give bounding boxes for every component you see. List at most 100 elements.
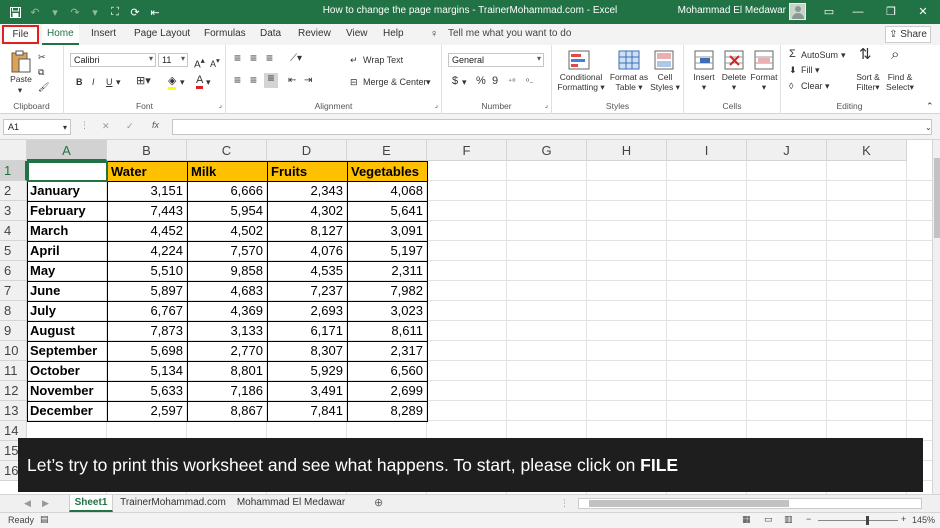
increase-decimal-icon[interactable]: ⁺⁰ (508, 76, 515, 87)
vertical-scroll-thumb[interactable] (934, 158, 940, 238)
collapse-ribbon-icon[interactable]: ⌃ (926, 101, 934, 112)
month-cell[interactable]: August (27, 321, 107, 341)
tab-review[interactable]: Review (298, 28, 331, 39)
minimize-icon[interactable]: — (847, 3, 869, 21)
undo-dropdown-icon[interactable]: ▾ (46, 3, 64, 21)
value-cell[interactable]: 5,641 (347, 201, 427, 221)
value-cell[interactable]: 6,560 (347, 361, 427, 381)
value-cell[interactable]: 7,982 (347, 281, 427, 301)
month-cell[interactable]: November (27, 381, 107, 401)
table-header-cell[interactable]: Fruits (267, 161, 348, 182)
tab-view[interactable]: View (346, 28, 368, 39)
table-header-cell[interactable]: Water (107, 161, 188, 182)
bottom-align-icon[interactable]: ≡ (266, 52, 273, 64)
tab-data[interactable]: Data (260, 28, 281, 39)
value-cell[interactable]: 8,307 (267, 341, 347, 361)
top-align-icon[interactable]: ≡ (234, 52, 241, 64)
clear-button[interactable]: Clear (801, 81, 823, 92)
decrease-indent-icon[interactable]: ⇤ (288, 75, 296, 86)
restore-icon[interactable]: ❐ (880, 3, 902, 21)
row-header[interactable]: 5 (0, 241, 27, 261)
active-cell-a1[interactable] (27, 161, 108, 182)
row-header[interactable]: 9 (0, 321, 27, 341)
font-size-select[interactable]: 11 (158, 53, 188, 67)
value-cell[interactable]: 3,151 (107, 181, 187, 201)
month-cell[interactable]: January (27, 181, 107, 201)
tab-file[interactable]: File (2, 25, 39, 44)
redo-dropdown-icon[interactable]: ▾ (86, 3, 104, 21)
value-cell[interactable]: 8,801 (187, 361, 267, 381)
format-cells-icon[interactable] (754, 50, 774, 70)
font-launcher-icon[interactable]: ⌟ (219, 100, 222, 111)
value-cell[interactable]: 7,570 (187, 241, 267, 261)
value-cell[interactable]: 7,237 (267, 281, 347, 301)
page-break-view-icon[interactable]: ▥ (784, 514, 793, 525)
sort-filter-icon[interactable]: ⇅ (859, 47, 872, 62)
row-header[interactable]: 11 (0, 361, 27, 381)
column-header[interactable]: K (827, 140, 907, 161)
format-as-table-icon[interactable] (618, 50, 640, 70)
name-box[interactable]: A1 (3, 119, 71, 135)
row-header[interactable]: 3 (0, 201, 27, 221)
value-cell[interactable]: 5,633 (107, 381, 187, 401)
value-cell[interactable]: 4,683 (187, 281, 267, 301)
month-cell[interactable]: May (27, 261, 107, 281)
middle-align-icon[interactable]: ≡ (250, 52, 257, 64)
conditional-formatting-icon[interactable] (568, 50, 590, 70)
insert-cells-icon[interactable] (694, 50, 714, 70)
number-format-select[interactable]: General (448, 53, 544, 67)
underline-button[interactable]: U (106, 77, 113, 88)
fill-dropdown-icon[interactable]: ▾ (815, 65, 820, 76)
zoom-slider-thumb[interactable] (866, 516, 869, 525)
add-sheet-icon[interactable]: ⊕ (374, 498, 383, 509)
currency-button[interactable]: $ (452, 76, 458, 87)
value-cell[interactable]: 3,091 (347, 221, 427, 241)
find-select-icon[interactable]: ⌕ (891, 47, 899, 62)
row-header[interactable]: 8 (0, 301, 27, 321)
conditional-formatting-button[interactable]: Conditional Formatting ▾ (554, 72, 608, 92)
wrap-text-button[interactable]: Wrap Text (363, 55, 403, 66)
merge-dropdown-icon[interactable]: ▾ (426, 77, 431, 88)
column-header[interactable]: F (427, 140, 507, 161)
increase-font-icon[interactable]: A▴ (194, 55, 205, 70)
number-launcher-icon[interactable]: ⌟ (545, 100, 548, 111)
month-cell[interactable]: June (27, 281, 107, 301)
value-cell[interactable]: 7,443 (107, 201, 187, 221)
align-right-icon[interactable]: ≡ (264, 72, 278, 88)
value-cell[interactable]: 9,858 (187, 261, 267, 281)
orientation-icon[interactable]: ⟋▾ (290, 53, 302, 64)
increase-indent-icon[interactable]: ⇥ (304, 75, 312, 86)
row-header[interactable]: 13 (0, 401, 27, 421)
horizontal-scroll-thumb[interactable] (589, 500, 789, 507)
value-cell[interactable]: 5,134 (107, 361, 187, 381)
autosum-dropdown-icon[interactable]: ▾ (841, 50, 846, 61)
macro-record-icon[interactable]: ▤ (40, 514, 49, 525)
align-center-icon[interactable]: ≡ (250, 74, 257, 86)
month-cell[interactable]: February (27, 201, 107, 221)
value-cell[interactable]: 2,770 (187, 341, 267, 361)
value-cell[interactable]: 4,535 (267, 261, 347, 281)
autosum-button[interactable]: AutoSum (801, 50, 838, 61)
redo-icon[interactable]: ↷ (66, 3, 84, 21)
value-cell[interactable]: 5,954 (187, 201, 267, 221)
confirm-entry-icon[interactable]: ✓ (126, 121, 134, 132)
zoom-level[interactable]: 145% (912, 515, 935, 525)
value-cell[interactable]: 3,491 (267, 381, 347, 401)
fill-button[interactable]: Fill (801, 65, 813, 76)
column-header[interactable]: G (507, 140, 587, 161)
value-cell[interactable]: 5,698 (107, 341, 187, 361)
value-cell[interactable]: 4,068 (347, 181, 427, 201)
italic-button[interactable]: I (92, 77, 95, 88)
value-cell[interactable]: 2,699 (347, 381, 427, 401)
value-cell[interactable]: 7,186 (187, 381, 267, 401)
table-header-cell[interactable]: Vegetables (347, 161, 428, 182)
refresh-icon[interactable]: ⟳ (126, 3, 144, 21)
column-header[interactable]: I (667, 140, 747, 161)
undo-icon[interactable]: ↶ (26, 3, 44, 21)
row-header[interactable]: 10 (0, 341, 27, 361)
tab-page-layout[interactable]: Page Layout (134, 28, 190, 39)
month-cell[interactable]: December (27, 401, 107, 421)
column-header[interactable]: D (267, 140, 347, 161)
value-cell[interactable]: 4,224 (107, 241, 187, 261)
value-cell[interactable]: 5,929 (267, 361, 347, 381)
